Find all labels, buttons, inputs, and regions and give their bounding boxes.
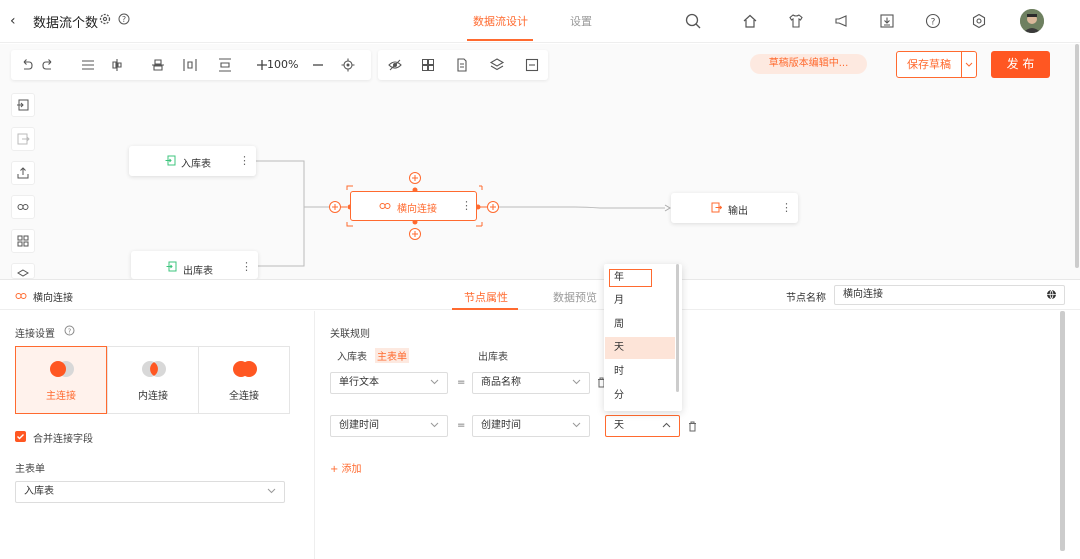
node-label: 输出 <box>728 206 748 217</box>
time-unit-value: 天 <box>614 420 624 431</box>
chevron-down-icon <box>430 422 439 428</box>
rule-right-field: 创建时间 <box>481 420 521 431</box>
join-type-label: 内连接 <box>138 391 168 402</box>
chevron-down-icon <box>572 379 581 385</box>
more-icon[interactable]: ⋮ <box>461 199 472 212</box>
link-icon <box>379 203 391 209</box>
delete-icon[interactable] <box>688 421 697 432</box>
node-name-input[interactable]: 横向连接 <box>834 285 1065 305</box>
rule-left-field-select[interactable]: 创建时间 <box>330 415 448 437</box>
chevron-down-icon <box>430 379 439 385</box>
rule-right-field: 商品名称 <box>481 377 521 388</box>
chevron-up-icon <box>662 422 671 428</box>
inner-join-icon <box>142 361 166 377</box>
join-type-full[interactable]: 全连接 <box>198 346 290 414</box>
main-table-value: 入库表 <box>24 486 54 497</box>
help-circle-icon: ? <box>64 325 75 336</box>
canvas-scrollbar[interactable] <box>1075 44 1079 268</box>
input-icon <box>166 261 177 272</box>
equals-sign: = <box>457 420 466 431</box>
right-table-name: 出库表 <box>478 352 508 363</box>
node-label: 出库表 <box>183 266 213 277</box>
dropdown-scrollbar[interactable] <box>676 264 679 392</box>
tab-node-properties[interactable]: 节点属性 <box>464 289 508 305</box>
join-settings-label: 连接设置 <box>15 329 55 340</box>
node-join[interactable]: 横向连接 ⋮ <box>350 191 477 221</box>
dropdown-option-day[interactable]: 天 <box>605 337 675 359</box>
chevron-down-icon <box>572 422 581 428</box>
rule-left-field: 创建时间 <box>339 420 379 431</box>
join-type-left[interactable]: 主连接 <box>15 346 107 414</box>
node-label: 入库表 <box>181 159 211 170</box>
more-icon[interactable]: ⋮ <box>239 154 250 167</box>
dropdown-option-week[interactable]: 周 <box>605 314 675 336</box>
flow-connectors <box>255 160 671 267</box>
merge-fields-checkbox[interactable] <box>15 431 26 442</box>
dropdown-option-month[interactable]: 月 <box>605 290 675 312</box>
main-table-label: 主表单 <box>15 464 45 475</box>
rule-right-field-select[interactable]: 创建时间 <box>472 415 590 437</box>
merge-fields-label: 合并连接字段 <box>33 434 93 445</box>
svg-text:?: ? <box>68 327 72 335</box>
link-icon <box>15 293 27 299</box>
node-out-table[interactable]: 出库表 ⋮ <box>131 251 258 279</box>
panel-node-type: 横向连接 <box>33 293 73 304</box>
full-join-icon <box>233 361 257 377</box>
input-icon <box>165 155 176 166</box>
rule-right-field-select[interactable]: 商品名称 <box>472 372 590 394</box>
node-name-label: 节点名称 <box>786 293 826 304</box>
node-in-table[interactable]: 入库表 ⋮ <box>129 146 256 176</box>
panel-scrollbar[interactable] <box>1060 311 1065 551</box>
equals-sign: = <box>457 377 466 388</box>
rule-left-field: 单行文本 <box>339 377 379 388</box>
node-label: 横向连接 <box>397 204 437 215</box>
more-icon[interactable]: ⋮ <box>781 201 792 214</box>
rules-label: 关联规则 <box>330 329 370 340</box>
join-type-inner[interactable]: 内连接 <box>107 346 199 414</box>
add-rule-link[interactable]: + 添加 <box>330 460 362 475</box>
time-unit-dropdown: 年 月 周 天 时 分 <box>604 264 682 411</box>
main-table-tag: 主表单 <box>375 348 409 363</box>
tab-data-preview[interactable]: 数据预览 <box>553 289 597 305</box>
dropdown-option-year[interactable]: 年 <box>609 269 652 287</box>
panel-active-tab-indicator <box>452 308 518 310</box>
dropdown-option-minute[interactable]: 分 <box>605 385 675 407</box>
rule-left-field-select[interactable]: 单行文本 <box>330 372 448 394</box>
join-type-label: 主连接 <box>46 391 76 402</box>
dropdown-option-hour[interactable]: 时 <box>605 361 675 383</box>
left-join-icon <box>50 361 74 377</box>
join-type-label: 全连接 <box>229 391 259 402</box>
left-table-name: 入库表 <box>337 352 367 363</box>
output-icon <box>711 202 722 213</box>
check-icon <box>17 434 24 440</box>
time-unit-select[interactable]: 天 <box>605 415 680 437</box>
node-output[interactable]: 输出 ⋮ <box>671 193 798 223</box>
more-icon[interactable]: ⋮ <box>241 260 252 273</box>
main-table-select[interactable]: 入库表 <box>15 481 285 503</box>
chevron-down-icon <box>267 488 276 494</box>
